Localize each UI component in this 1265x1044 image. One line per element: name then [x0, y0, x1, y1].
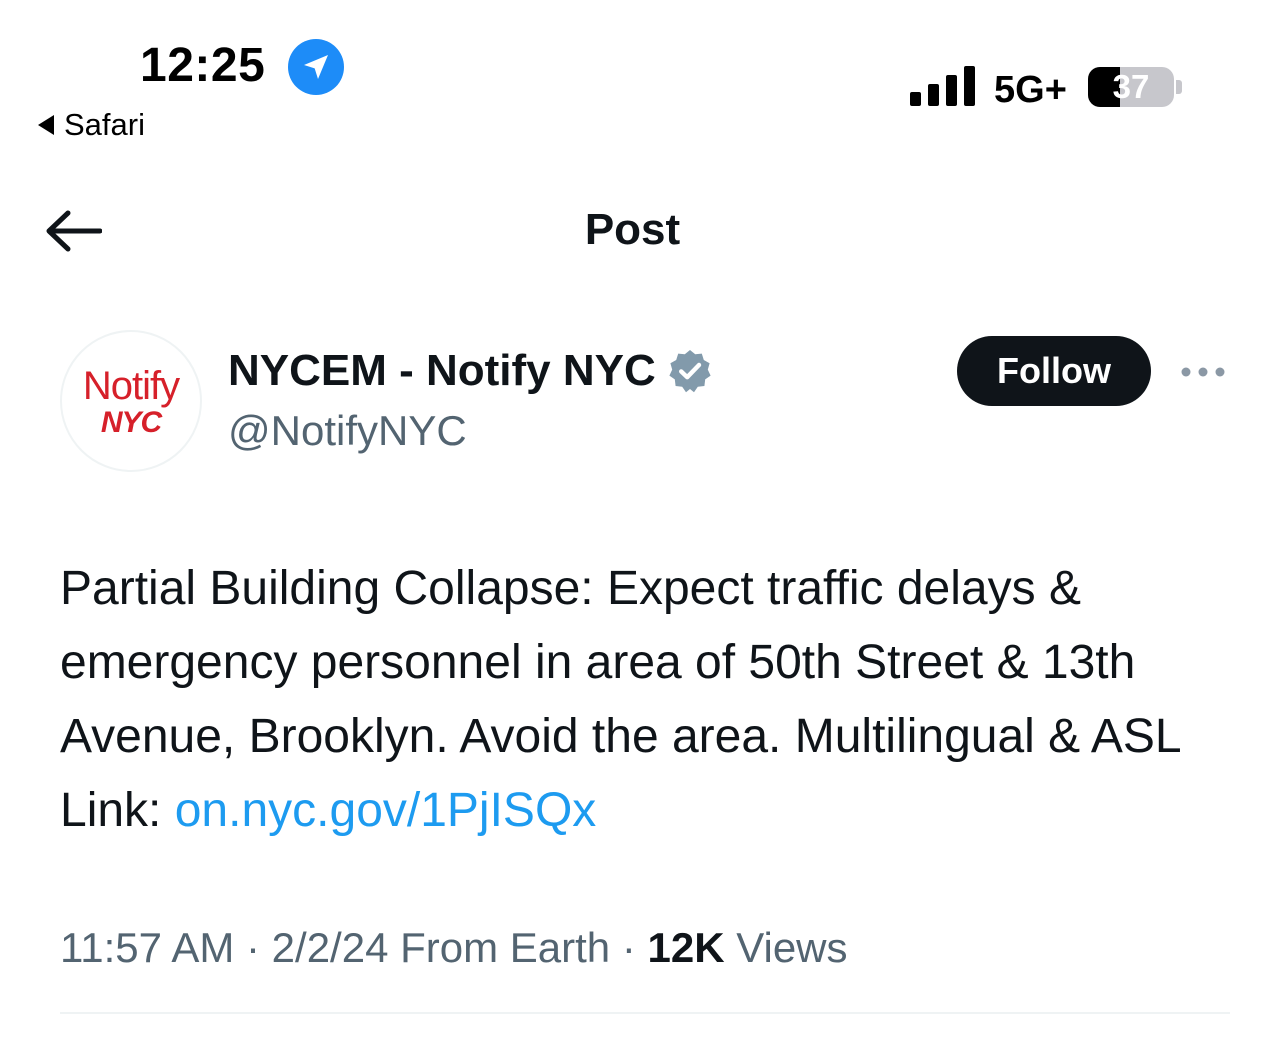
post-date[interactable]: 2/2/24	[272, 924, 389, 971]
cellular-signal-icon	[910, 66, 975, 106]
meta-separator: ·	[246, 924, 272, 971]
author-name[interactable]: NYCEM - Notify NYC	[228, 344, 656, 398]
more-horizontal-icon	[1181, 367, 1225, 377]
post-meta: 11:57 AM · 2/2/24 From Earth · 12K Views	[60, 920, 848, 976]
views-count: 12K	[647, 924, 725, 971]
post-source: From Earth	[400, 924, 611, 971]
post-body: Partial Building Collapse: Expect traffi…	[60, 552, 1230, 848]
meta-separator: ·	[621, 924, 648, 971]
post-link[interactable]: on.nyc.gov/1PjISQx	[175, 784, 597, 837]
views-label: Views	[736, 924, 848, 971]
battery-cap	[1176, 80, 1182, 94]
status-time: 12:25	[140, 39, 266, 92]
author-name-row[interactable]: NYCEM - Notify NYC	[228, 344, 714, 398]
post-time[interactable]: 11:57 AM	[60, 924, 234, 971]
avatar[interactable]: Notify NYC	[60, 330, 202, 472]
divider	[60, 1012, 1230, 1014]
back-triangle-icon	[38, 115, 54, 135]
avatar-logo-line1: Notify	[82, 364, 180, 408]
back-app-label: Safari	[64, 107, 145, 142]
author-handle[interactable]: @NotifyNYC	[228, 404, 467, 458]
page-title: Post	[584, 205, 681, 254]
battery-level: 37	[1112, 68, 1150, 105]
network-type: 5G+	[994, 69, 1067, 111]
location-arrow-icon	[288, 39, 344, 95]
more-options-button[interactable]	[1178, 358, 1228, 386]
battery-icon: 37	[1088, 67, 1174, 107]
avatar-logo-line2: NYC	[100, 406, 162, 439]
verified-badge-icon	[669, 350, 711, 393]
back-to-app-button[interactable]: Safari	[38, 105, 145, 145]
follow-button[interactable]: Follow	[957, 336, 1151, 406]
